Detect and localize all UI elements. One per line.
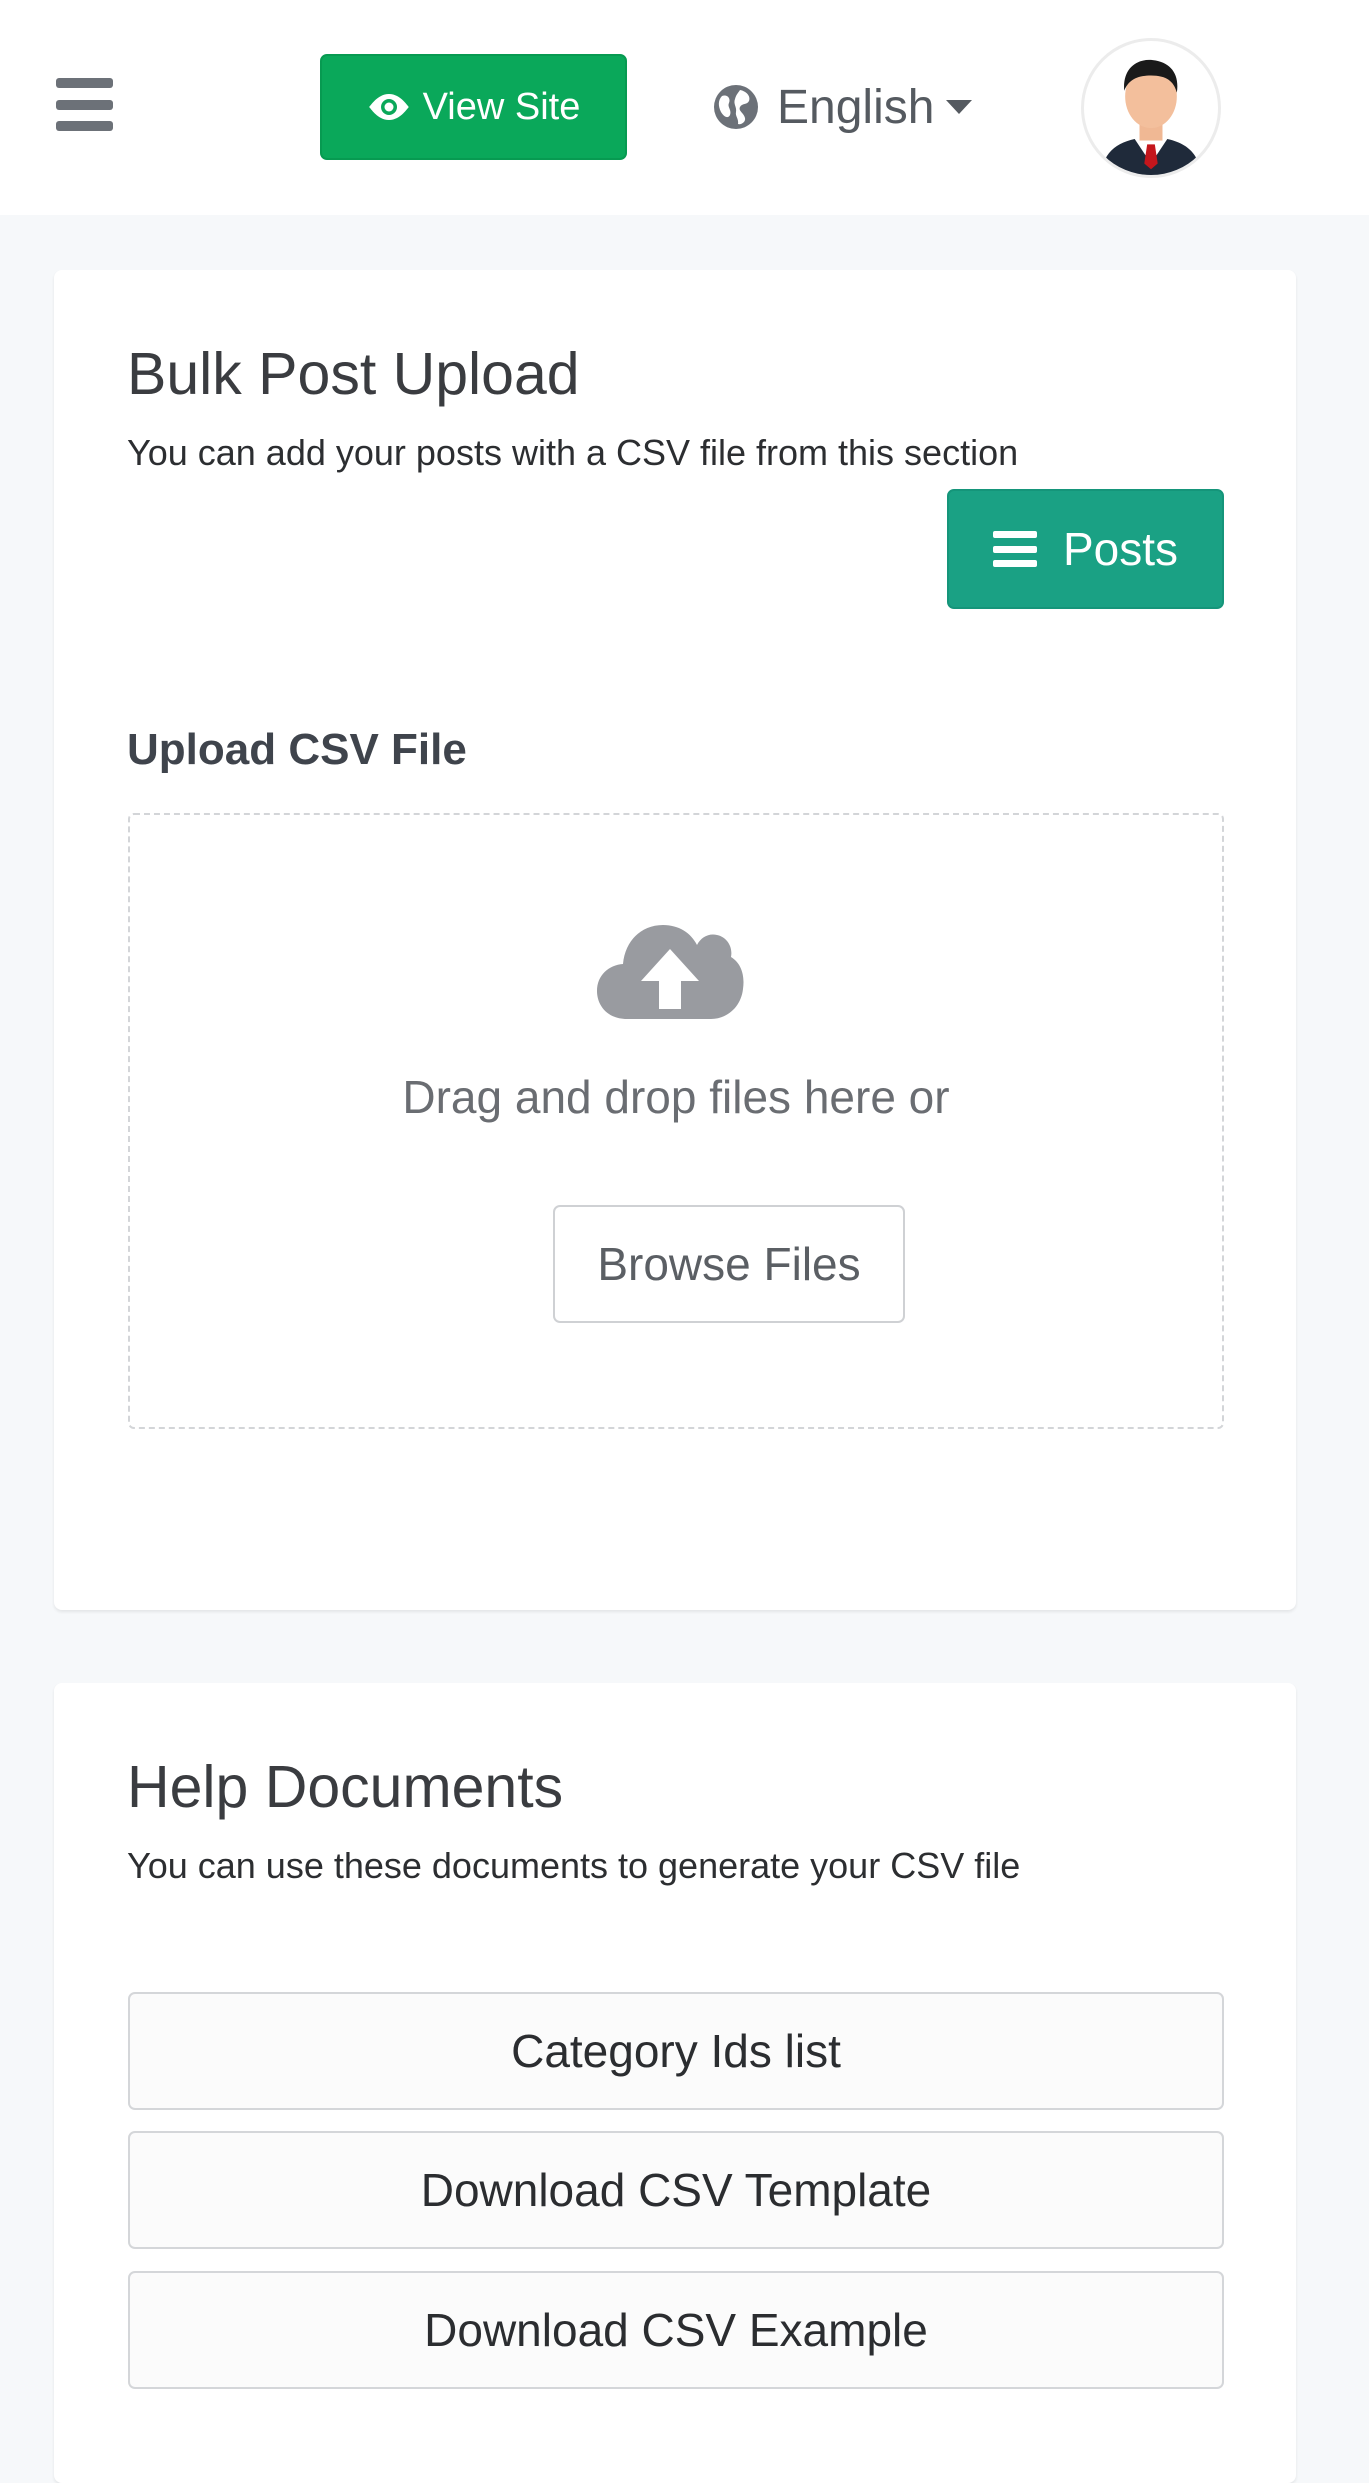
top-navbar: View Site English (0, 0, 1369, 215)
help-documents-card: Help Documents You can use these documen… (54, 1683, 1296, 2483)
category-ids-button[interactable]: Category Ids list (128, 1992, 1224, 2110)
page-subtitle: You can add your posts with a CSV file f… (127, 432, 1019, 473)
upload-csv-label: Upload CSV File (127, 725, 467, 774)
csv-dropzone[interactable]: Drag and drop files here or Browse Files (128, 813, 1224, 1429)
bulk-upload-card: Bulk Post Upload You can add your posts … (54, 270, 1296, 1610)
posts-button-label: Posts (1062, 523, 1179, 575)
download-example-button[interactable]: Download CSV Example (128, 2271, 1224, 2389)
browse-files-button[interactable]: Browse Files (553, 1205, 905, 1323)
view-site-button[interactable]: View Site (320, 54, 627, 160)
menu-icon[interactable] (56, 78, 113, 131)
view-site-label: View Site (422, 85, 581, 128)
cloud-upload-icon (597, 925, 744, 1019)
page-title: Bulk Post Upload (127, 341, 580, 407)
download-template-button[interactable]: Download CSV Template (128, 2131, 1224, 2249)
eye-icon (368, 94, 409, 120)
help-subtitle: You can use these documents to generate … (127, 1845, 1021, 1886)
globe-icon (714, 85, 758, 129)
language-selector[interactable]: English (713, 72, 974, 142)
drop-text: Drag and drop files here or (402, 1071, 950, 1123)
user-avatar[interactable] (1081, 38, 1221, 178)
caret-down-icon (946, 100, 973, 114)
user-avatar-image (1101, 59, 1201, 175)
help-title: Help Documents (127, 1754, 564, 1820)
posts-button[interactable]: Posts (947, 489, 1224, 609)
language-label: English (777, 80, 935, 134)
list-icon (992, 531, 1037, 567)
